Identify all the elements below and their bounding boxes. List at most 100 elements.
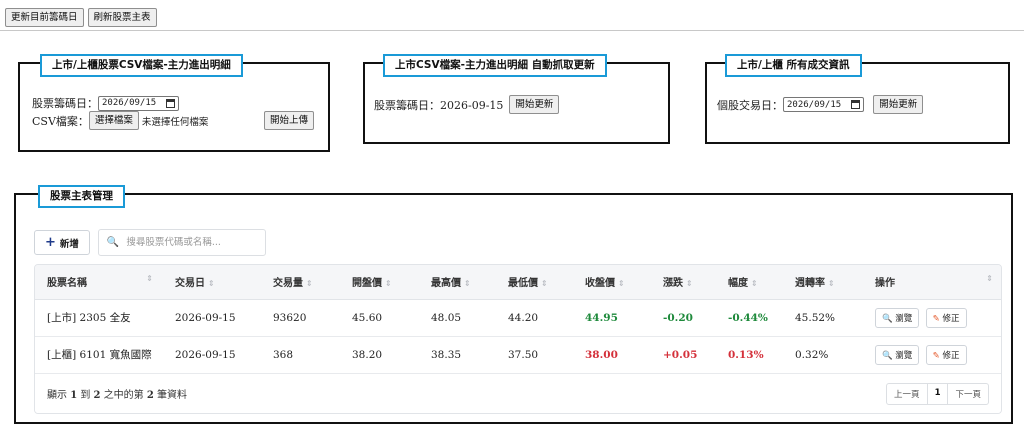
sort-icon: ⇕ bbox=[751, 279, 758, 289]
choose-file-button[interactable]: 選擇檔案 bbox=[88, 111, 139, 130]
view-label: 瀏覽 bbox=[895, 313, 913, 324]
prev-page-button[interactable]: 上一頁 bbox=[887, 383, 928, 404]
auto-fetch-panel: 上市CSV檔案-主力進出明細 自動抓取更新 股票籌碼日：2026-09-15 開… bbox=[363, 54, 670, 144]
auto-fetch-row: 股票籌碼日：2026-09-15 開始更新 bbox=[374, 95, 560, 114]
auto-fetch-update-button[interactable]: 開始更新 bbox=[509, 95, 560, 114]
column-header-turnover[interactable]: 週轉率 ⇕ bbox=[783, 265, 863, 300]
calendar-icon[interactable] bbox=[851, 100, 861, 109]
stock-table-container: 股票名稱 ⇕ 交易日 ⇕ 交易量 ⇕ 開盤價 ⇕ 最高價 ⇕ 最低價 ⇕ 收盤價 ⇕ 漲跌 ⇕ … bbox=[34, 264, 1002, 414]
calendar-icon[interactable] bbox=[166, 98, 176, 108]
table-info: 顯示 1 到 2 之中的第 2 筆資料 bbox=[47, 390, 188, 401]
table-footer: 顯示 1 到 2 之中的第 2 筆資料 上一頁 1 下一頁 bbox=[35, 374, 1001, 413]
sort-icon: ⇕ bbox=[146, 274, 153, 284]
column-header-open[interactable]: 開盤價 ⇕ bbox=[340, 265, 419, 300]
column-header-low[interactable]: 最低價 ⇕ bbox=[496, 265, 573, 300]
trade-date-value: 2026/09/15 bbox=[787, 99, 842, 110]
view-label: 瀏覽 bbox=[895, 350, 913, 361]
column-header-close[interactable]: 收盤價 ⇕ bbox=[573, 265, 651, 300]
stock-search-box[interactable]: 🔍 bbox=[97, 229, 266, 256]
no-file-text: 未選擇任何檔案 bbox=[141, 116, 209, 128]
sort-icon: ⇕ bbox=[618, 279, 625, 289]
sort-icon: ⇕ bbox=[208, 279, 215, 289]
trade-info-panel-title: 上市/上櫃 所有成交資訊 bbox=[725, 54, 862, 77]
cell-high: 48.05 bbox=[419, 299, 496, 337]
csv-file-row: CSV檔案： 選擇檔案 未選擇任何檔案 bbox=[32, 111, 208, 130]
sort-icon: ⇕ bbox=[464, 279, 471, 289]
trade-update-button[interactable]: 開始更新 bbox=[873, 95, 924, 114]
auto-fetch-panel-title: 上市CSV檔案-主力進出明細 自動抓取更新 bbox=[383, 54, 607, 77]
cell-open: 38.20 bbox=[340, 336, 419, 374]
add-stock-button[interactable]: + 新增 bbox=[34, 230, 90, 255]
cell-pct: 0.13% bbox=[716, 336, 783, 374]
pencil-icon: ✎ bbox=[932, 350, 940, 361]
view-button[interactable]: 🔍 瀏覽 bbox=[875, 307, 920, 328]
cell-pct: -0.44% bbox=[716, 299, 783, 337]
cell-turnover: 0.32% bbox=[783, 336, 863, 374]
csv-upload-panel: 上市/上櫃股票CSV檔案-主力進出明細 股票籌碼日： 2026/09/15 CS… bbox=[18, 54, 330, 152]
stock-search-input[interactable] bbox=[124, 236, 255, 249]
cell-volume: 368 bbox=[261, 336, 340, 374]
pagination: 上一頁 1 下一頁 bbox=[886, 382, 989, 405]
edit-button[interactable]: ✎ 修正 bbox=[925, 344, 967, 365]
table-header-row: 股票名稱 ⇕ 交易日 ⇕ 交易量 ⇕ 開盤價 ⇕ 最高價 ⇕ 最低價 ⇕ 收盤價 ⇕ 漲跌 ⇕ … bbox=[35, 265, 1001, 300]
cell-close: 44.95 bbox=[573, 299, 651, 337]
table-row: [上櫃] 6101 寬魚國際 2026-09-15 368 38.20 38.3… bbox=[35, 336, 1001, 374]
search-icon: 🔍 bbox=[106, 237, 120, 248]
cell-volume: 93620 bbox=[261, 299, 340, 337]
auto-fetch-date-label: 股票籌碼日：2026-09-15 bbox=[374, 98, 504, 112]
sort-icon: ⇕ bbox=[828, 279, 835, 289]
start-upload-button[interactable]: 開始上傳 bbox=[264, 111, 315, 130]
stock-table: 股票名稱 ⇕ 交易日 ⇕ 交易量 ⇕ 開盤價 ⇕ 最高價 ⇕ 最低價 ⇕ 收盤價 ⇕ 漲跌 ⇕ … bbox=[35, 265, 1001, 374]
chip-date-label: 股票籌碼日： bbox=[32, 97, 98, 110]
plus-icon: + bbox=[45, 235, 56, 250]
current-page[interactable]: 1 bbox=[928, 383, 949, 404]
update-chip-date-button[interactable]: 更新目前籌碼日 bbox=[5, 8, 84, 27]
trade-info-panel: 上市/上櫃 所有成交資訊 個股交易日： 2026/09/15 開始更新 bbox=[705, 54, 1010, 144]
sort-icon: ⇕ bbox=[541, 279, 548, 289]
column-header-volume[interactable]: 交易量 ⇕ bbox=[261, 265, 340, 300]
edit-button[interactable]: ✎ 修正 bbox=[925, 307, 967, 328]
view-button[interactable]: 🔍 瀏覽 bbox=[875, 344, 920, 365]
master-toolbar: + 新增 🔍 bbox=[34, 229, 266, 256]
sort-icon: ⇕ bbox=[686, 279, 693, 289]
cell-trade-date: 2026-09-15 bbox=[163, 299, 261, 337]
column-header-actions[interactable]: 操作 ⇕ bbox=[863, 265, 1001, 300]
view-icon: 🔍 bbox=[882, 350, 893, 361]
chip-date-value: 2026/09/15 bbox=[102, 98, 157, 108]
column-header-pct[interactable]: 幅度 ⇕ bbox=[716, 265, 783, 300]
sort-icon: ⇕ bbox=[306, 279, 313, 289]
top-toolbar: 更新目前籌碼日 刷新股票主表 bbox=[5, 8, 157, 27]
cell-low: 44.20 bbox=[496, 299, 573, 337]
cell-actions: 🔍 瀏覽 ✎ 修正 bbox=[863, 299, 1001, 337]
edit-label: 修正 bbox=[942, 313, 960, 324]
chip-date-input[interactable]: 2026/09/15 bbox=[98, 95, 180, 111]
trade-date-input[interactable]: 2026/09/15 bbox=[783, 97, 865, 112]
cell-actions: 🔍 瀏覽 ✎ 修正 bbox=[863, 336, 1001, 374]
csv-file-label: CSV檔案： bbox=[32, 114, 89, 128]
cell-change: +0.05 bbox=[651, 336, 716, 374]
chip-date-row: 股票籌碼日： 2026/09/15 bbox=[32, 95, 180, 111]
cell-low: 37.50 bbox=[496, 336, 573, 374]
csv-upload-panel-title: 上市/上櫃股票CSV檔案-主力進出明細 bbox=[40, 54, 243, 77]
cell-trade-date: 2026-09-15 bbox=[163, 336, 261, 374]
cell-change: -0.20 bbox=[651, 299, 716, 337]
next-page-button[interactable]: 下一頁 bbox=[948, 384, 988, 404]
edit-label: 修正 bbox=[942, 350, 960, 361]
refresh-master-button[interactable]: 刷新股票主表 bbox=[87, 8, 157, 27]
sort-icon: ⇕ bbox=[986, 274, 993, 284]
column-header-high[interactable]: 最高價 ⇕ bbox=[419, 265, 496, 300]
pencil-icon: ✎ bbox=[932, 313, 940, 324]
sort-icon: ⇕ bbox=[385, 279, 392, 289]
column-header-name[interactable]: 股票名稱 ⇕ bbox=[35, 265, 163, 300]
trade-date-row: 個股交易日： 2026/09/15 開始更新 bbox=[717, 95, 924, 114]
column-header-change[interactable]: 漲跌 ⇕ bbox=[651, 265, 716, 300]
add-stock-label: 新增 bbox=[59, 238, 79, 250]
stock-master-panel: 股票主表管理 + 新增 🔍 股票名稱⇕ 交易日⇕ 交易量⇕ 開盤價⇕ 最高價⇕ bbox=[14, 185, 1013, 424]
cell-close: 38.00 bbox=[573, 336, 651, 374]
cell-stock-name: [上櫃] 6101 寬魚國際 bbox=[35, 336, 163, 374]
cell-stock-name: [上市] 2305 全友 bbox=[35, 299, 163, 337]
cell-open: 45.60 bbox=[340, 299, 419, 337]
trade-date-label: 個股交易日： bbox=[717, 98, 783, 112]
view-icon: 🔍 bbox=[882, 313, 893, 324]
column-header-date[interactable]: 交易日 ⇕ bbox=[163, 265, 261, 300]
